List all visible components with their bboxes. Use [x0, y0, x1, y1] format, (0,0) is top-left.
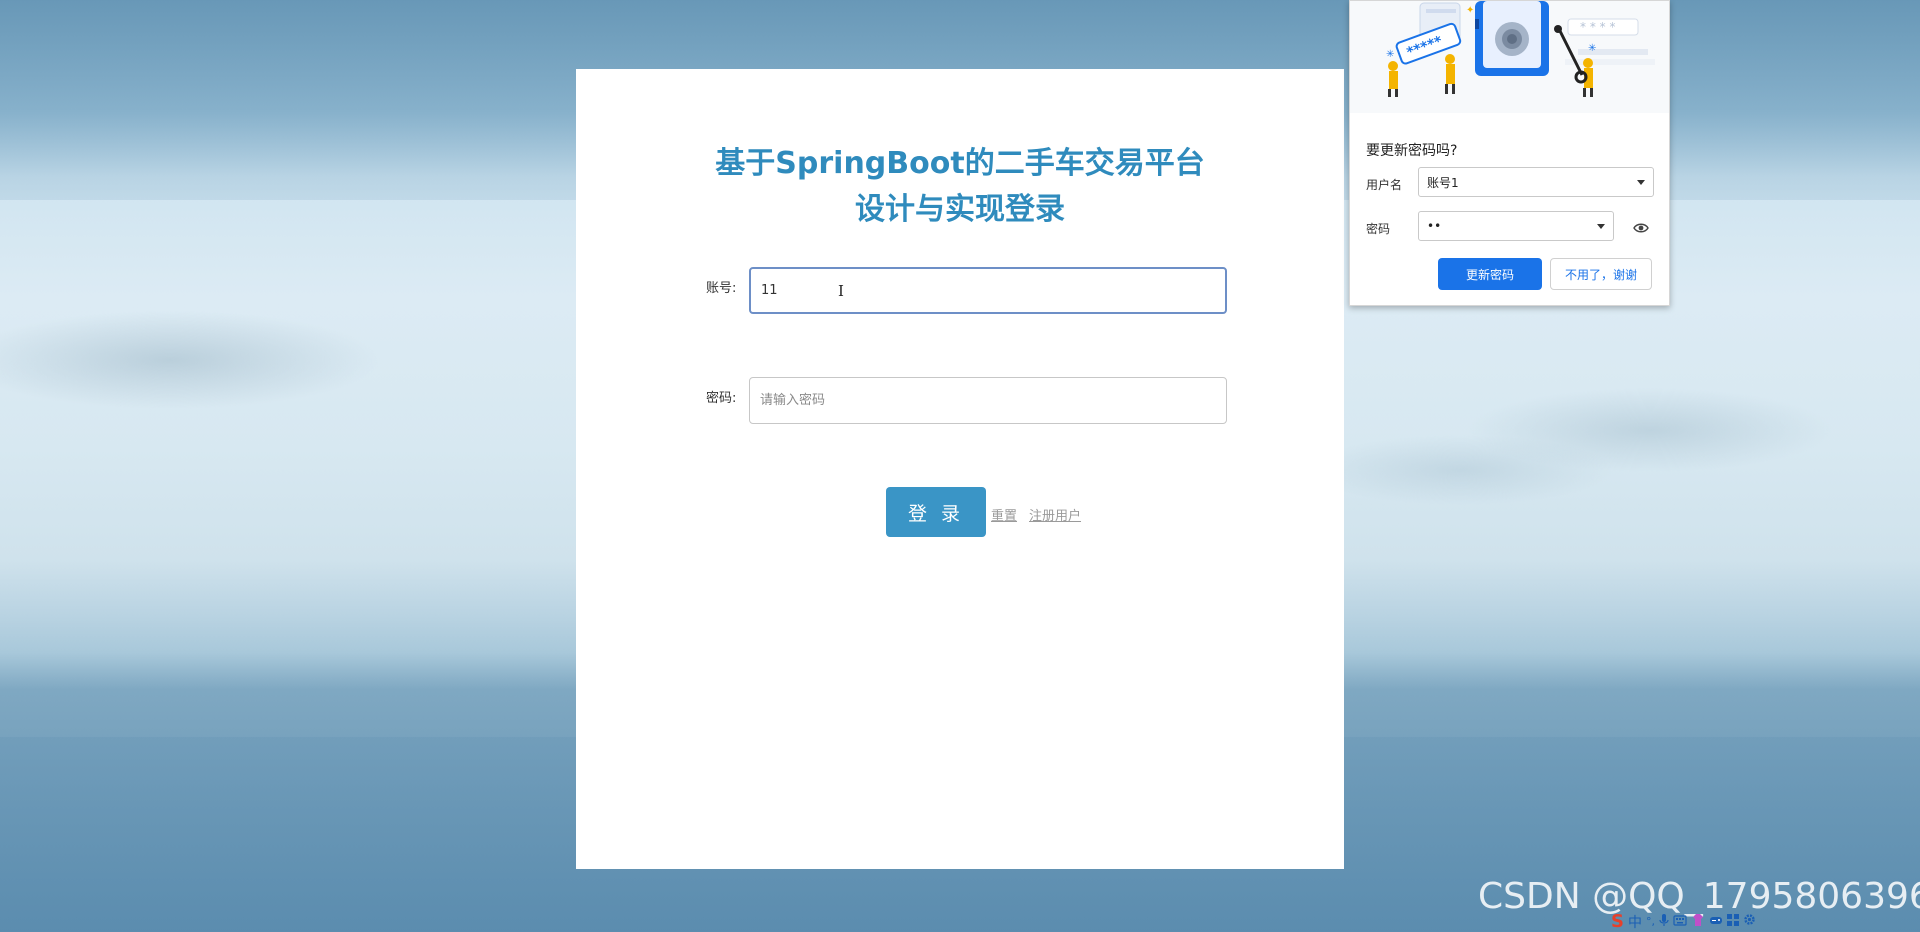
password-illustration-image: * * * * ***** ✦ ✳ ✳	[1386, 1, 1655, 97]
title-line-2: 设计与实现登录	[855, 192, 1065, 227]
password-label: 密码:	[706, 391, 737, 406]
password-update-popup: * * * * ***** ✦ ✳ ✳ 要更新密码吗? 用户名 账号1 密码 •…	[1349, 0, 1670, 306]
apps-grid-icon[interactable]	[1726, 913, 1739, 930]
ime-toolbar: S 中 °,	[1611, 911, 1756, 932]
popup-password-label: 密码	[1366, 222, 1391, 236]
reset-link[interactable]: 重置	[991, 505, 1017, 524]
svg-text:✳: ✳	[1386, 49, 1394, 60]
password-input[interactable]	[749, 377, 1227, 424]
password-select[interactable]: ••	[1418, 211, 1614, 241]
svg-text:✦: ✦	[1466, 5, 1474, 16]
settings-icon[interactable]	[1743, 913, 1756, 930]
login-button[interactable]: 登 录	[886, 487, 986, 537]
login-card: 基于SpringBoot的二手车交易平台 设计与实现登录 账号: I 密码: 登…	[576, 69, 1344, 869]
keyboard-icon[interactable]	[1673, 914, 1687, 930]
ime-punct-toggle[interactable]: °,	[1646, 915, 1655, 928]
username-label: 用户名	[1366, 178, 1403, 192]
skin-icon[interactable]	[1691, 913, 1705, 931]
username-select[interactable]: 账号1	[1418, 167, 1654, 197]
sogou-logo-icon[interactable]: S	[1611, 911, 1624, 932]
password-masked-value: ••	[1427, 219, 1442, 233]
ime-lang-toggle[interactable]: 中	[1628, 912, 1642, 932]
chevron-down-icon	[1597, 223, 1605, 229]
text-cursor-icon: I	[838, 282, 844, 300]
chevron-down-icon	[1637, 179, 1645, 185]
decline-button[interactable]: 不用了，谢谢	[1550, 258, 1652, 290]
username-value: 账号1	[1427, 175, 1459, 190]
title-line-1: 基于SpringBoot的二手车交易平台	[715, 146, 1205, 181]
illustration-stars-right: * * * *	[1580, 20, 1615, 34]
account-input[interactable]	[749, 267, 1227, 314]
register-link[interactable]: 注册用户	[1029, 505, 1081, 524]
microphone-icon[interactable]	[1659, 913, 1669, 931]
svg-text:✳: ✳	[1588, 43, 1596, 54]
page-title: 基于SpringBoot的二手车交易平台 设计与实现登录	[576, 141, 1344, 233]
password-illustration: * * * * ***** ✦ ✳ ✳	[1350, 1, 1669, 113]
account-label: 账号:	[706, 281, 737, 296]
eye-icon[interactable]	[1633, 219, 1649, 238]
update-password-button[interactable]: 更新密码	[1438, 258, 1542, 290]
popup-title: 要更新密码吗?	[1366, 143, 1458, 159]
game-icon[interactable]	[1709, 914, 1723, 930]
